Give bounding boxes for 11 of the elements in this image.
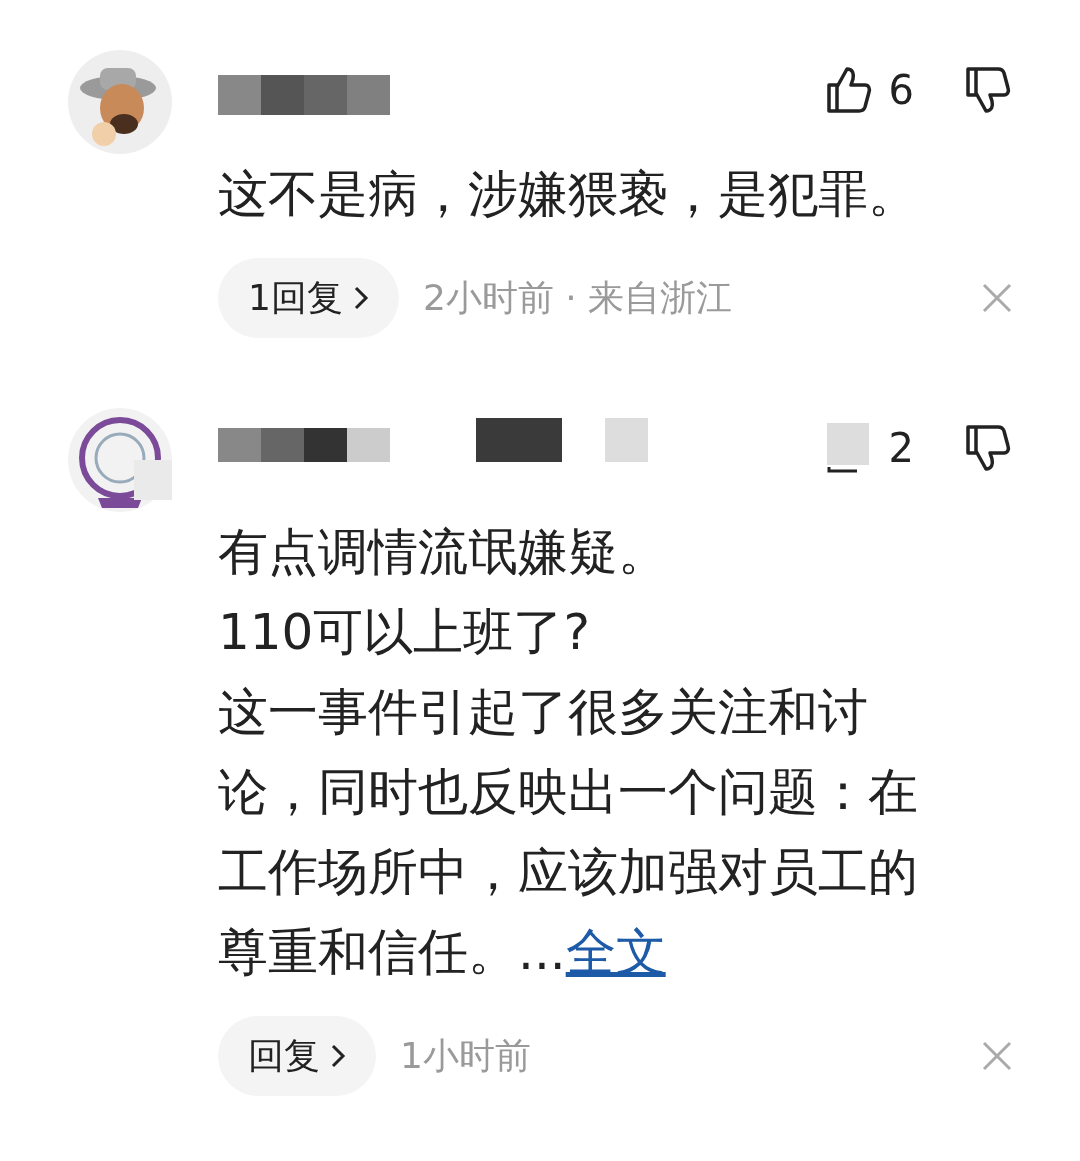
like-button[interactable]: 6 — [822, 60, 914, 120]
comment-meta: 1小时前 — [400, 1034, 531, 1078]
chevron-right-icon — [352, 285, 369, 311]
full-text-link[interactable]: 全文 — [565, 923, 666, 981]
chevron-right-icon — [330, 1043, 346, 1069]
comment-text: 这不是病，涉嫌猥亵，是犯罪。 — [218, 164, 919, 225]
comment-text: 有点调情流氓嫌疑。 110可以上班了? 这一事件引起了很多关注和讨论，同时也反映出一个问题：在工作场所中，应该加强对员工的尊重和信任。...全文 — [218, 522, 919, 983]
like-button[interactable]: 2 — [822, 418, 914, 478]
comment-meta: 2小时前 · 来自浙江 — [422, 276, 733, 320]
reply-button[interactable]: 1回复 — [218, 258, 399, 338]
reply-button[interactable]: 回复 — [218, 1016, 376, 1096]
